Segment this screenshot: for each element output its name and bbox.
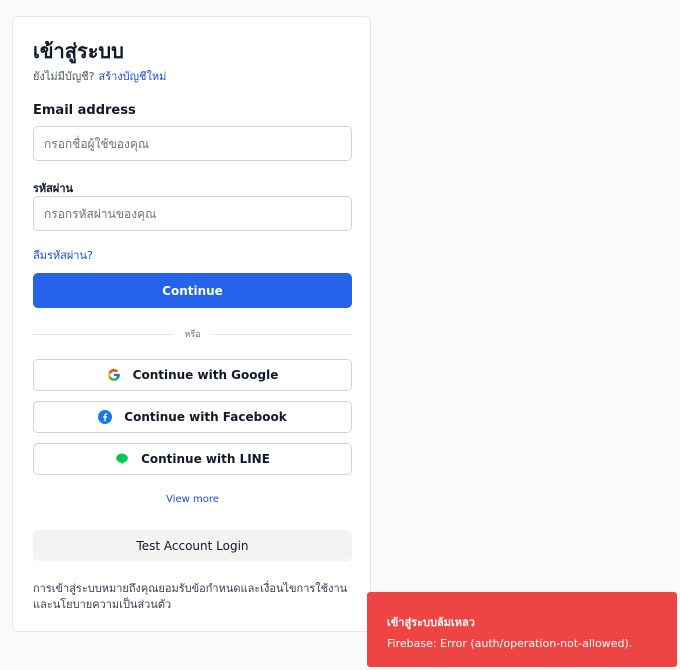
login-card: เข้าสู่ระบบ ยังไม่มีบัญชี? สร้างบัญชีใหม่… xyxy=(12,16,371,632)
facebook-login-button[interactable]: Continue with Facebook xyxy=(33,401,352,433)
or-divider: หรือ xyxy=(33,326,353,342)
email-label: Email address xyxy=(33,103,136,118)
test-account-login-button[interactable]: Test Account Login xyxy=(33,530,352,561)
line-icon xyxy=(115,452,129,466)
no-account-text: ยังไม่มีบัญชี? xyxy=(33,70,95,83)
divider-line-right xyxy=(210,333,353,335)
email-field[interactable] xyxy=(33,126,352,161)
create-account-link[interactable]: สร้างบัญชีใหม่ xyxy=(99,70,167,83)
toast-message: Firebase: Error (auth/operation-not-allo… xyxy=(387,637,633,650)
error-toast[interactable]: เข้าสู่ระบบล้มเหลว Firebase: Error (auth… xyxy=(367,592,677,667)
signup-prompt: ยังไม่มีบัญชี? สร้างบัญชีใหม่ xyxy=(33,67,166,85)
password-label: รหัสผ่าน xyxy=(33,182,74,195)
divider-line-left xyxy=(33,333,175,335)
facebook-icon xyxy=(98,410,113,424)
password-field[interactable] xyxy=(33,196,352,231)
google-icon xyxy=(107,368,121,382)
facebook-login-label: Continue with Facebook xyxy=(124,410,287,424)
line-login-label: Continue with LINE xyxy=(141,452,270,466)
continue-button[interactable]: Continue xyxy=(33,273,352,308)
terms-notice: การเข้าสู่ระบบหมายถึงคุณยอมรับข้อกำหนดแล… xyxy=(33,582,348,611)
line-login-button[interactable]: Continue with LINE xyxy=(33,443,352,475)
google-login-button[interactable]: Continue with Google xyxy=(33,359,352,391)
google-login-label: Continue with Google xyxy=(132,368,279,382)
page-title: เข้าสู่ระบบ xyxy=(33,39,124,63)
divider-text: หรือ xyxy=(184,330,201,340)
view-more-link[interactable]: View more xyxy=(33,494,352,505)
toast-title: เข้าสู่ระบบล้มเหลว xyxy=(387,616,475,629)
forgot-password-link[interactable]: ลืมรหัสผ่าน? xyxy=(33,246,93,264)
